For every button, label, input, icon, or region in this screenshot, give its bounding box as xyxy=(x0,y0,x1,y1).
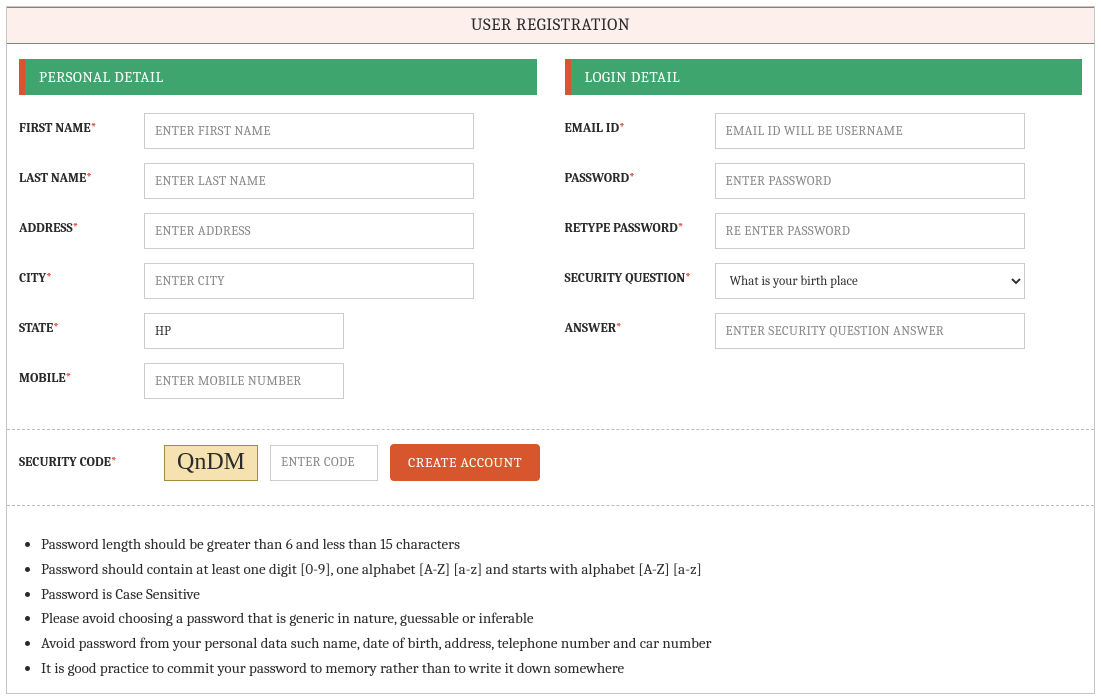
mobile-input[interactable] xyxy=(144,363,344,399)
mobile-field: MOBILE* xyxy=(19,363,537,399)
mobile-label: MOBILE* xyxy=(19,363,144,386)
required-asterisk: * xyxy=(111,455,117,470)
required-asterisk: * xyxy=(86,171,92,186)
email-field: EMAIL ID* xyxy=(565,113,1083,149)
city-input[interactable] xyxy=(144,263,474,299)
page-title: USER REGISTRATION xyxy=(7,7,1094,44)
security-code-input[interactable] xyxy=(270,445,378,481)
first-name-label: FIRST NAME* xyxy=(19,113,144,136)
security-code-label: SECURITY CODE* xyxy=(19,455,152,470)
state-field: STATE* xyxy=(19,313,537,349)
login-detail-section: LOGIN DETAIL EMAIL ID* PASSWORD* RETYPE … xyxy=(565,59,1083,413)
first-name-input[interactable] xyxy=(144,113,474,149)
city-field: CITY* xyxy=(19,263,537,299)
password-label: PASSWORD* xyxy=(565,163,715,186)
password-field: PASSWORD* xyxy=(565,163,1083,199)
note-item: Password should contain at least one dig… xyxy=(41,557,1082,582)
captcha-image: QnDM xyxy=(164,445,258,481)
required-asterisk: * xyxy=(616,321,622,336)
required-asterisk: * xyxy=(73,221,79,236)
note-item: Please avoid choosing a password that is… xyxy=(41,606,1082,631)
divider xyxy=(7,505,1094,506)
address-field: ADDRESS* xyxy=(19,213,537,249)
address-label: ADDRESS* xyxy=(19,213,144,236)
password-input[interactable] xyxy=(715,163,1025,199)
retype-password-label: RETYPE PASSWORD* xyxy=(565,213,715,236)
last-name-field: LAST NAME* xyxy=(19,163,537,199)
required-asterisk: * xyxy=(619,121,625,136)
personal-detail-header: PERSONAL DETAIL xyxy=(19,59,537,95)
last-name-label: LAST NAME* xyxy=(19,163,144,186)
security-question-select[interactable]: What is your birth place xyxy=(715,263,1025,299)
retype-password-input[interactable] xyxy=(715,213,1025,249)
email-input[interactable] xyxy=(715,113,1025,149)
personal-detail-section: PERSONAL DETAIL FIRST NAME* LAST NAME* A… xyxy=(19,59,537,413)
password-notes: Password length should be greater than 6… xyxy=(7,520,1094,693)
answer-label: ANSWER* xyxy=(565,313,715,336)
required-asterisk: * xyxy=(46,271,52,286)
email-label: EMAIL ID* xyxy=(565,113,715,136)
answer-field: ANSWER* xyxy=(565,313,1083,349)
login-detail-header: LOGIN DETAIL xyxy=(565,59,1083,95)
required-asterisk: * xyxy=(53,321,59,336)
address-input[interactable] xyxy=(144,213,474,249)
captcha-row: SECURITY CODE* QnDM CREATE ACCOUNT xyxy=(7,444,1094,499)
form-columns: PERSONAL DETAIL FIRST NAME* LAST NAME* A… xyxy=(7,44,1094,423)
security-question-label: SECURITY QUESTION* xyxy=(565,263,715,286)
note-item: Password length should be greater than 6… xyxy=(41,532,1082,557)
city-label: CITY* xyxy=(19,263,144,286)
required-asterisk: * xyxy=(629,171,635,186)
note-item: Password is Case Sensitive xyxy=(41,582,1082,607)
note-item: Avoid password from your personal data s… xyxy=(41,631,1082,656)
required-asterisk: * xyxy=(66,371,72,386)
registration-panel: USER REGISTRATION PERSONAL DETAIL FIRST … xyxy=(6,6,1095,694)
answer-input[interactable] xyxy=(715,313,1025,349)
state-input[interactable] xyxy=(144,313,344,349)
create-account-button[interactable]: CREATE ACCOUNT xyxy=(390,444,540,481)
retype-password-field: RETYPE PASSWORD* xyxy=(565,213,1083,249)
required-asterisk: * xyxy=(678,221,684,236)
first-name-field: FIRST NAME* xyxy=(19,113,537,149)
state-label: STATE* xyxy=(19,313,144,336)
note-item: It is good practice to commit your passw… xyxy=(41,656,1082,681)
last-name-input[interactable] xyxy=(144,163,474,199)
required-asterisk: * xyxy=(91,121,97,136)
security-question-field: SECURITY QUESTION* What is your birth pl… xyxy=(565,263,1083,299)
required-asterisk: * xyxy=(685,271,691,286)
divider xyxy=(7,429,1094,430)
